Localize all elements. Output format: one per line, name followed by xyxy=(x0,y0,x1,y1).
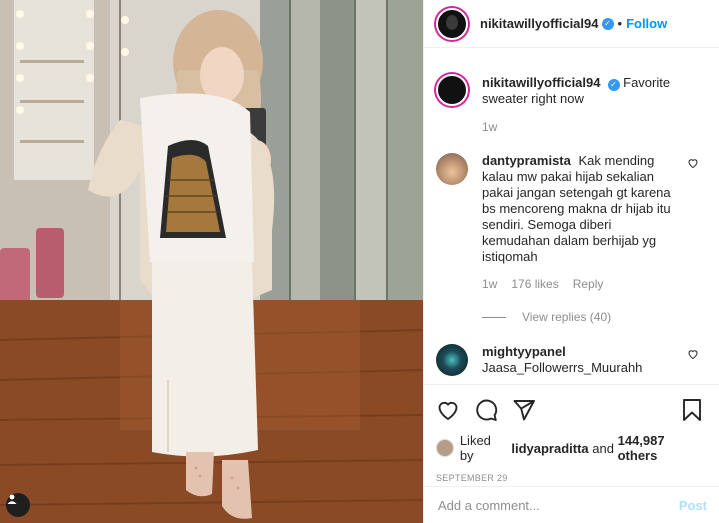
photo-illustration xyxy=(0,0,423,523)
comment-text: Jaasa_Followerrs_Muurahh xyxy=(482,360,643,375)
comment-like-heart-icon[interactable] xyxy=(687,348,699,363)
view-replies-button[interactable]: View replies (40) xyxy=(482,310,719,324)
heart-icon[interactable] xyxy=(436,398,460,422)
follow-button[interactable]: Follow xyxy=(626,16,667,31)
instagram-post: nikitawillyofficial94 ✓ • Follow nikitaw… xyxy=(0,0,719,523)
comment-icon[interactable] xyxy=(474,398,498,422)
comment-like-heart-icon[interactable] xyxy=(687,157,699,172)
verified-badge-icon: ✓ xyxy=(601,17,614,30)
post-actions: Liked by lidyapraditta and 144,987 other… xyxy=(424,384,719,483)
comment-text: Kak mending kalau mw pakai hijab sekalia… xyxy=(482,153,671,264)
post-header: nikitawillyofficial94 ✓ • Follow xyxy=(424,0,719,48)
author-avatar[interactable] xyxy=(436,7,468,40)
replies-divider xyxy=(482,316,506,318)
commenter-avatar[interactable] xyxy=(436,153,468,185)
comment-username[interactable]: mightyypanel xyxy=(482,344,566,359)
action-icons xyxy=(436,395,707,425)
user-tag-icon[interactable] xyxy=(6,493,30,517)
bookmark-icon[interactable] xyxy=(681,398,703,422)
caption-item: nikitawillyofficial94 ✓ Favorite sweater … xyxy=(424,74,719,135)
author-username[interactable]: nikitawillyofficial94 xyxy=(480,16,599,31)
caption-username[interactable]: nikitawillyofficial94 xyxy=(482,75,601,90)
view-replies-label: View replies (40) xyxy=(522,310,612,324)
share-icon[interactable] xyxy=(512,398,536,422)
header-separator: • xyxy=(617,16,623,31)
likes-summary: Liked by lidyapraditta and 144,987 other… xyxy=(436,433,707,463)
comments-list[interactable]: nikitawillyofficial94 ✓ Favorite sweater … xyxy=(424,61,719,384)
liker-username[interactable]: lidyapraditta xyxy=(511,441,588,456)
commenter-avatar[interactable] xyxy=(436,344,468,376)
liker-avatar[interactable] xyxy=(436,439,454,457)
comment-time[interactable]: 1w xyxy=(482,276,497,292)
post-comment-button[interactable]: Post xyxy=(679,498,707,513)
post-sidebar: nikitawillyofficial94 ✓ • Follow nikitaw… xyxy=(423,0,719,523)
comment-item: dantypramista Kak mending kalau mw pakai… xyxy=(424,153,719,292)
likes-count[interactable]: 144,987 others xyxy=(618,433,707,463)
comment-username[interactable]: dantypramista xyxy=(482,153,571,168)
post-date[interactable]: SEPTEMBER 29 xyxy=(436,473,707,483)
add-comment-bar: Post xyxy=(424,486,719,523)
add-comment-input[interactable] xyxy=(438,497,679,513)
caption-time[interactable]: 1w xyxy=(482,119,497,135)
caption-avatar[interactable] xyxy=(436,74,468,106)
likes-and: and xyxy=(592,440,614,456)
post-photo[interactable] xyxy=(0,0,423,523)
verified-badge-icon: ✓ xyxy=(607,79,620,91)
comment-item: mightyypanel Jaasa_Followerrs_Muurahh xyxy=(424,344,719,376)
likes-prefix: Liked by xyxy=(459,433,491,463)
reply-button[interactable]: Reply xyxy=(573,276,604,292)
comment-likes-count[interactable]: 176 likes xyxy=(511,276,558,292)
